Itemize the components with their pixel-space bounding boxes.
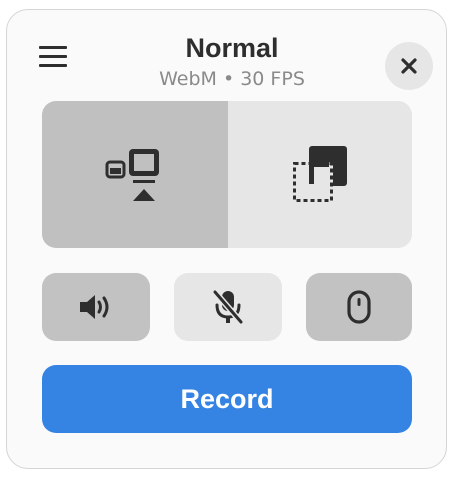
- mouse-pointer-icon: [347, 290, 371, 324]
- profile-subtitle: WebM • 30 FPS: [159, 68, 305, 90]
- show-pointer-toggle[interactable]: [306, 273, 412, 341]
- menu-icon-bar: [39, 54, 67, 58]
- menu-icon-bar: [39, 63, 67, 67]
- speaker-icon: [80, 295, 109, 319]
- microphone-toggle[interactable]: [174, 273, 282, 341]
- profile-title: Normal: [185, 33, 279, 63]
- close-icon: [401, 58, 417, 74]
- menu-icon-bar: [39, 45, 67, 49]
- menu-button[interactable]: [35, 40, 71, 72]
- capture-source-selector: [42, 101, 412, 248]
- selection-capture-icon: [293, 145, 347, 202]
- record-button[interactable]: Record: [42, 365, 412, 433]
- close-button[interactable]: [385, 42, 433, 90]
- title-block: Normal WebM • 30 FPS: [107, 32, 357, 92]
- window-capture-icon: [105, 148, 159, 201]
- desktop-audio-toggle[interactable]: [42, 273, 150, 341]
- capture-window-button[interactable]: [42, 101, 228, 248]
- capture-selection-button[interactable]: [228, 101, 412, 248]
- microphone-muted-icon: [212, 290, 244, 324]
